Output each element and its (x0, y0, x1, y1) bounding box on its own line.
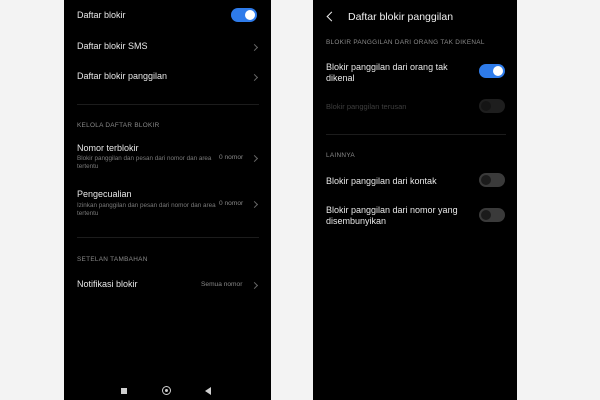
chevron-right-icon (250, 43, 259, 52)
left-phone-screen: Daftar blokir Daftar blokir SMS Daftar b… (64, 0, 271, 400)
blocked-numbers-label: Nomor terblokir (77, 143, 139, 153)
block-forwarded-label: Blokir panggilan terusan (326, 102, 407, 111)
chevron-right-icon (250, 154, 259, 163)
extra-section-title: SETELAN TAMBAHAN (77, 256, 148, 263)
other-section-title: LAINNYA (326, 152, 355, 159)
section-divider (326, 134, 506, 135)
block-contacts-label: Blokir panggilan dari kontak (326, 176, 437, 186)
back-arrow-icon[interactable] (326, 11, 337, 22)
blocked-numbers-count: 0 nomor (219, 154, 244, 161)
block-notifications-label: Notifikasi blokir (77, 279, 138, 289)
chevron-right-icon (250, 200, 259, 209)
block-unknown-label: Blokir panggilan dari orang tak dikenal (326, 62, 448, 83)
manage-section-title: KELOLA DAFTAR BLOKIR (77, 122, 160, 129)
block-forwarded-toggle (479, 99, 505, 113)
section-divider (77, 104, 259, 105)
sms-block-list-label: Daftar blokir SMS (77, 41, 148, 51)
chevron-right-icon (250, 281, 259, 290)
chevron-right-icon (250, 73, 259, 82)
block-list-toggle[interactable] (231, 8, 257, 22)
block-notifications-value: Semua nomor (201, 281, 243, 288)
unknown-section-title: BLOKIR PANGGILAN DARI ORANG TAK DIKENAL (326, 39, 485, 46)
recent-apps-icon[interactable] (121, 388, 127, 394)
back-triangle-icon[interactable] (205, 387, 211, 395)
block-contacts-toggle[interactable] (479, 173, 505, 187)
block-hidden-label: Blokir panggilan dari nomor yang disembu… (326, 205, 458, 226)
blocked-numbers-description: Blokir panggilan dan pesan dari nomor da… (77, 155, 212, 170)
page-title: Daftar blokir panggilan (348, 11, 454, 23)
right-phone-screen: Daftar blokir panggilan BLOKIR PANGGILAN… (313, 0, 517, 400)
exceptions-description: Izinkan panggilan dan pesan dari nomor d… (77, 202, 216, 217)
exceptions-label: Pengecualian (77, 189, 132, 199)
exceptions-count: 0 nomor (219, 200, 244, 207)
block-list-label: Daftar blokir (77, 10, 126, 20)
block-unknown-toggle[interactable] (479, 64, 505, 78)
block-hidden-toggle[interactable] (479, 208, 505, 222)
home-icon[interactable] (162, 386, 171, 395)
call-block-list-label: Daftar blokir panggilan (77, 71, 168, 81)
section-divider (77, 237, 259, 238)
